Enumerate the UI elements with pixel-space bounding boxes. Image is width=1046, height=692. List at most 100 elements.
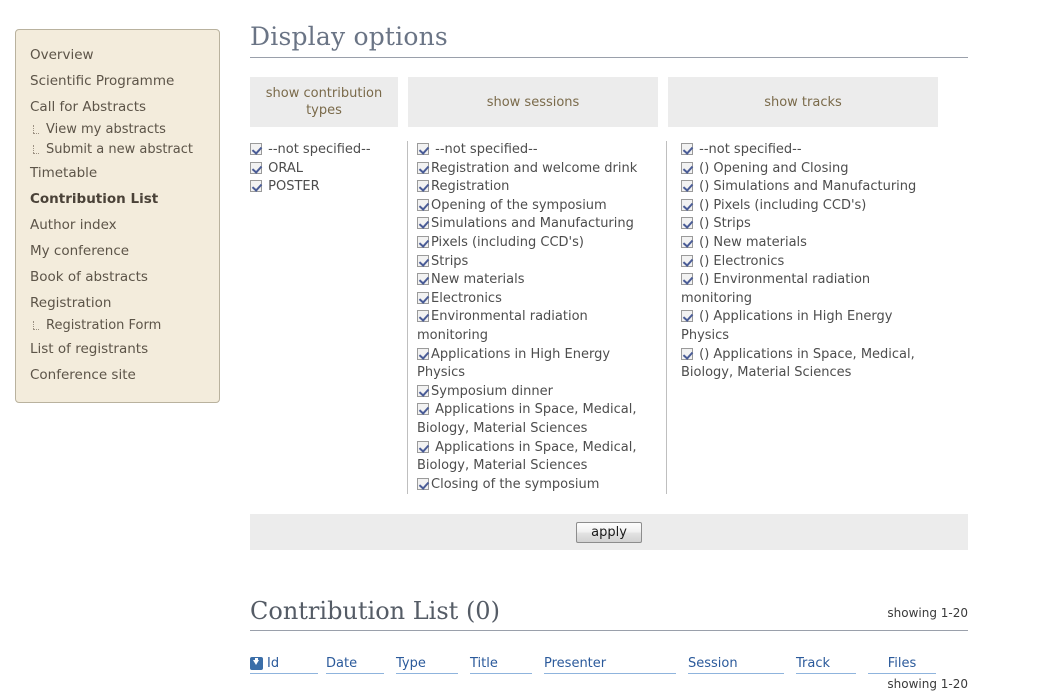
session-option[interactable]: Registration and welcome drink	[417, 160, 660, 179]
checkbox-checked-icon[interactable]	[681, 347, 693, 360]
track-option[interactable]: () Applications in High Energy Physics	[681, 308, 943, 345]
track-option[interactable]: () Simulations and Manufacturing	[681, 178, 943, 197]
column-header-type[interactable]: Type	[396, 656, 458, 675]
session-option[interactable]: Closing of the symposium	[417, 476, 660, 495]
session-option[interactable]: Applications in High Energy Physics	[417, 346, 660, 383]
checkbox-checked-icon[interactable]	[417, 310, 429, 323]
contribution-type-option[interactable]: --not specified--	[250, 141, 392, 160]
display-options-panel: show contribution types show sessions sh…	[250, 77, 968, 495]
track-option-label: () Strips	[695, 216, 751, 232]
column-header-label: Track	[796, 656, 831, 672]
checkbox-checked-icon[interactable]	[681, 310, 693, 323]
checkbox-checked-icon[interactable]	[417, 403, 429, 416]
session-option[interactable]: Registration	[417, 178, 660, 197]
sidebar-item-registration[interactable]: Registration	[16, 290, 219, 316]
apply-button[interactable]: apply	[576, 521, 642, 543]
column-header-title[interactable]: Title	[470, 656, 532, 675]
session-option[interactable]: Electronics	[417, 290, 660, 309]
checkbox-checked-icon[interactable]	[681, 161, 693, 174]
column-header-session[interactable]: Session	[688, 656, 784, 675]
apply-bar: apply	[250, 514, 968, 551]
sidebar-item-scientific-programme[interactable]: Scientific Programme	[16, 68, 219, 94]
session-option[interactable]: --not specified--	[417, 141, 660, 160]
column-header-track[interactable]: Track	[796, 656, 856, 675]
checkbox-checked-icon[interactable]	[417, 347, 429, 360]
main-content: Display options show contribution types …	[250, 0, 1046, 692]
checkbox-checked-icon[interactable]	[250, 180, 262, 193]
session-option-label: Environmental radiation monitoring	[417, 309, 588, 343]
session-option[interactable]: Applications in Space, Medical, Biology,…	[417, 401, 660, 438]
track-option[interactable]: () Opening and Closing	[681, 160, 943, 179]
track-option[interactable]: () Pixels (including CCD's)	[681, 197, 943, 216]
session-option[interactable]: New materials	[417, 271, 660, 290]
sidebar-item-call-for-abstracts[interactable]: Call for Abstracts	[16, 94, 219, 120]
column-header-date[interactable]: Date	[326, 656, 384, 675]
track-option-label: () Environmental radiation monitoring	[681, 272, 871, 306]
checkbox-checked-icon[interactable]	[417, 198, 429, 211]
column-header-contribution-types: show contribution types	[250, 77, 398, 127]
contribution-type-option[interactable]: ORAL	[250, 160, 392, 179]
checkbox-checked-icon[interactable]	[417, 161, 429, 174]
sidebar-item-timetable[interactable]: Timetable	[16, 160, 219, 186]
sidebar-item-conference-site[interactable]: Conference site	[16, 362, 219, 388]
column-header-label: Session	[688, 656, 738, 672]
session-option[interactable]: Simulations and Manufacturing	[417, 215, 660, 234]
track-option[interactable]: () New materials	[681, 234, 943, 253]
checkbox-checked-icon[interactable]	[417, 235, 429, 248]
track-option-label: () Electronics	[695, 253, 785, 269]
session-option[interactable]: Opening of the symposium	[417, 197, 660, 216]
contribution-type-option[interactable]: POSTER	[250, 178, 392, 197]
checkbox-checked-icon[interactable]	[681, 254, 693, 267]
session-option[interactable]: Applications in Space, Medical, Biology,…	[417, 439, 660, 476]
sidebar-item-overview[interactable]: Overview	[16, 42, 219, 68]
sidebar-subitem-view-my-abstracts[interactable]: View my abstracts	[16, 120, 219, 140]
checkbox-checked-icon[interactable]	[417, 143, 429, 155]
checkbox-checked-icon[interactable]	[417, 384, 429, 397]
sidebar-item-book-of-abstracts[interactable]: Book of abstracts	[16, 264, 219, 290]
checkbox-checked-icon[interactable]	[417, 254, 429, 267]
checkbox-checked-icon[interactable]	[681, 198, 693, 211]
track-option[interactable]: () Strips	[681, 215, 943, 234]
track-option[interactable]: () Electronics	[681, 253, 943, 272]
checkbox-checked-icon[interactable]	[681, 235, 693, 248]
checkbox-checked-icon[interactable]	[250, 161, 262, 174]
session-option[interactable]: Environmental radiation monitoring	[417, 308, 660, 345]
sidebar-item-author-index[interactable]: Author index	[16, 212, 219, 238]
sidebar-item-contribution-list[interactable]: Contribution List	[16, 186, 219, 212]
checkbox-checked-icon[interactable]	[681, 217, 693, 230]
column-header-label: Files	[887, 656, 917, 672]
checkbox-checked-icon[interactable]	[417, 217, 429, 230]
checkbox-checked-icon[interactable]	[681, 143, 693, 155]
track-option[interactable]: --not specified--	[681, 141, 943, 160]
track-option[interactable]: () Applications in Space, Medical, Biolo…	[681, 346, 943, 383]
sidebar-item-list-of-registrants[interactable]: List of registrants	[16, 336, 219, 362]
page-title: Display options	[250, 22, 448, 51]
track-option-label: () New materials	[695, 234, 807, 250]
checkbox-checked-icon[interactable]	[681, 180, 693, 193]
session-option[interactable]: Symposium dinner	[417, 383, 660, 402]
track-option[interactable]: () Environmental radiation monitoring	[681, 271, 943, 308]
column-header-tracks: show tracks	[668, 77, 938, 127]
session-option-label: Symposium dinner	[431, 383, 553, 399]
sidebar-item-my-conference[interactable]: My conference	[16, 238, 219, 264]
session-option-label: Simulations and Manufacturing	[431, 216, 634, 232]
checkbox-checked-icon[interactable]	[250, 143, 262, 155]
checkbox-checked-icon[interactable]	[417, 180, 429, 193]
checkbox-checked-icon[interactable]	[681, 273, 693, 286]
track-option-label: () Simulations and Manufacturing	[695, 179, 917, 195]
showing-range-bottom: showing 1-20	[887, 677, 968, 692]
column-header-presenter[interactable]: Presenter	[544, 656, 676, 675]
checkbox-checked-icon[interactable]	[417, 477, 429, 490]
column-header-files[interactable]: Files	[868, 656, 936, 675]
column-header-id[interactable]: Id	[250, 656, 318, 675]
checkbox-checked-icon[interactable]	[417, 273, 429, 286]
session-option-label: Closing of the symposium	[431, 476, 600, 492]
sidebar-subitem-registration-form[interactable]: Registration Form	[16, 316, 219, 336]
sidebar-subitem-submit-a-new-abstract[interactable]: Submit a new abstract	[16, 140, 219, 160]
session-option[interactable]: Pixels (including CCD's)	[417, 234, 660, 253]
checkbox-checked-icon[interactable]	[417, 440, 429, 453]
session-option[interactable]: Strips	[417, 253, 660, 272]
session-option-label: New materials	[431, 272, 525, 288]
checkbox-checked-icon[interactable]	[417, 291, 429, 304]
sort-descending-icon[interactable]	[250, 657, 263, 671]
